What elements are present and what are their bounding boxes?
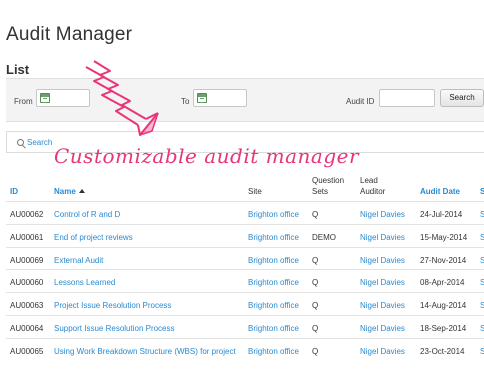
table-row: AU00060 Lessons Learned Brighton office Q Ni… bbox=[6, 269, 484, 293]
audit-id-input[interactable] bbox=[379, 89, 435, 107]
cell-audit-date: 14-Aug-2014 bbox=[420, 301, 467, 311]
cell-id: AU00069 bbox=[10, 255, 44, 265]
search-button[interactable]: Search bbox=[440, 89, 484, 107]
cell-extra[interactable]: S bbox=[480, 256, 484, 265]
cell-audit-date: 18-Sep-2014 bbox=[420, 324, 467, 333]
column-header-name[interactable]: Name bbox=[54, 186, 85, 197]
column-header-id[interactable]: ID bbox=[10, 186, 18, 197]
column-header-question-sets-line2: Sets bbox=[312, 187, 329, 196]
cell-lead-auditor[interactable]: Nigel Davies bbox=[360, 256, 405, 265]
page-title: Audit Manager bbox=[6, 24, 133, 45]
cell-audit-date: 15-May-2014 bbox=[420, 232, 468, 242]
from-label: From bbox=[14, 97, 33, 106]
cell-lead-auditor[interactable]: Nigel Davies bbox=[360, 347, 405, 356]
cell-lead-auditor[interactable]: Nigel Davies bbox=[360, 278, 405, 287]
column-header-question-sets: Question Sets bbox=[312, 175, 344, 197]
cell-site[interactable]: Brighton office bbox=[248, 324, 299, 333]
cell-extra[interactable]: S bbox=[480, 347, 484, 356]
table-row: AU00062 Control of R and D Brighton office… bbox=[6, 201, 484, 225]
column-header-extra[interactable]: S bbox=[480, 186, 484, 197]
cell-id: AU00063 bbox=[10, 301, 44, 311]
cell-audit-date: 08-Apr-2014 bbox=[420, 278, 465, 288]
cell-extra[interactable]: S bbox=[480, 210, 484, 219]
list-heading: List bbox=[6, 62, 30, 77]
annotation-caption: Customizable audit manager bbox=[54, 144, 360, 168]
cell-audit-date: 23-Oct-2014 bbox=[420, 346, 465, 356]
cell-extra[interactable]: S bbox=[480, 324, 484, 333]
cell-id: AU00060 bbox=[10, 278, 44, 288]
cell-site[interactable]: Brighton office bbox=[248, 278, 299, 287]
cell-id: AU00065 bbox=[10, 346, 44, 356]
cell-question-set: Q bbox=[312, 255, 319, 265]
cell-name[interactable]: Project Issue Resolution Process bbox=[54, 301, 171, 310]
cell-name[interactable]: Using Work Breakdown Structure (WBS) for… bbox=[54, 347, 236, 356]
filter-bar: From To Audit ID Search bbox=[6, 78, 484, 122]
table-row: AU00064 Support Issue Resolution Process B… bbox=[6, 315, 484, 339]
search-link[interactable]: Search bbox=[17, 138, 52, 147]
sort-ascending-icon bbox=[78, 189, 85, 193]
cell-site[interactable]: Brighton office bbox=[248, 233, 299, 242]
table-row: AU00061 End of project reviews Brighton of… bbox=[6, 223, 484, 248]
cell-site[interactable]: Brighton office bbox=[248, 301, 299, 310]
cell-id: AU00064 bbox=[10, 324, 44, 333]
cell-name[interactable]: Support Issue Resolution Process bbox=[54, 324, 175, 333]
cell-extra[interactable]: S bbox=[480, 233, 484, 242]
cell-lead-auditor[interactable]: Nigel Davies bbox=[360, 301, 405, 310]
cell-question-set: DEMO bbox=[312, 232, 336, 242]
audit-id-label: Audit ID bbox=[346, 97, 375, 106]
table-row: AU00065 Using Work Breakdown Structure (W… bbox=[6, 337, 484, 362]
search-icon bbox=[17, 139, 24, 146]
table-row: AU00063 Project Issue Resolution Process B… bbox=[6, 292, 484, 316]
cell-lead-auditor[interactable]: Nigel Davies bbox=[360, 233, 405, 242]
cell-name[interactable]: End of project reviews bbox=[54, 233, 133, 242]
cell-question-set: Q bbox=[312, 278, 319, 288]
cell-name[interactable]: Control of R and D bbox=[54, 210, 120, 219]
cell-lead-auditor[interactable]: Nigel Davies bbox=[360, 324, 405, 333]
calendar-icon[interactable] bbox=[197, 93, 207, 103]
table-row: AU00069 External Audit Brighton office Q Nig… bbox=[6, 246, 484, 271]
cell-audit-date: 27-Nov-2014 bbox=[420, 255, 467, 265]
column-header-lead-auditor-line2: Auditor bbox=[360, 187, 386, 196]
cell-question-set: Q bbox=[312, 210, 319, 219]
cell-id: AU00061 bbox=[10, 232, 44, 242]
cell-name[interactable]: External Audit bbox=[54, 256, 103, 265]
search-link-label: Search bbox=[27, 138, 53, 147]
cell-extra[interactable]: S bbox=[480, 301, 484, 310]
column-header-lead-auditor: Lead Auditor bbox=[360, 175, 385, 197]
column-header-lead-auditor-line1: Lead bbox=[360, 176, 378, 185]
column-header-question-sets-line1: Question bbox=[312, 176, 345, 185]
cell-site[interactable]: Brighton office bbox=[248, 256, 299, 265]
column-header-name-label: Name bbox=[54, 187, 76, 196]
cell-extra[interactable]: S bbox=[480, 278, 484, 287]
cell-question-set: Q bbox=[312, 324, 319, 333]
annotation-arrow-icon bbox=[85, 60, 159, 136]
calendar-icon[interactable] bbox=[40, 93, 50, 103]
column-header-site: Site bbox=[248, 187, 262, 196]
to-date-input[interactable] bbox=[193, 89, 247, 107]
cell-question-set: Q bbox=[312, 301, 319, 311]
cell-site[interactable]: Brighton office bbox=[248, 210, 299, 219]
cell-audit-date: 24-Jul-2014 bbox=[420, 210, 463, 219]
cell-question-set: Q bbox=[312, 346, 319, 356]
column-header-audit-date[interactable]: Audit Date bbox=[420, 186, 460, 197]
cell-site[interactable]: Brighton office bbox=[248, 347, 299, 356]
cell-lead-auditor[interactable]: Nigel Davies bbox=[360, 210, 405, 219]
cell-name[interactable]: Lessons Learned bbox=[54, 278, 115, 287]
cell-id: AU00062 bbox=[10, 210, 44, 219]
